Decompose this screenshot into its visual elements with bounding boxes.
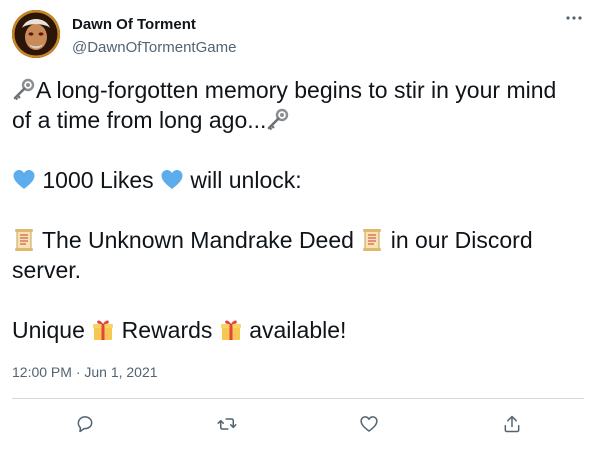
user-handle[interactable]: @DawnOfTormentGame (72, 39, 236, 56)
discord-text: in our Discord (390, 227, 533, 253)
divider (12, 398, 584, 399)
gift-icon (91, 318, 115, 342)
retweet-icon[interactable] (213, 410, 241, 438)
like-icon[interactable] (355, 410, 383, 438)
more-icon[interactable] (562, 8, 586, 28)
display-name[interactable]: Dawn Of Torment (72, 16, 196, 33)
blue-heart-icon (12, 168, 36, 192)
old-key-icon (266, 108, 290, 132)
tweet-text-line1: A long-forgotten memory begins to stir i… (36, 77, 557, 103)
tweet-line: server. (12, 255, 584, 285)
avatar[interactable] (12, 10, 60, 58)
scroll-icon (360, 228, 384, 252)
tweet-line: A long-forgotten memory begins to stir i… (12, 75, 584, 105)
reply-icon[interactable] (71, 410, 99, 438)
likes-text: 1000 Likes (42, 167, 154, 193)
tweet-text-line2: of a time from long ago... (12, 107, 267, 133)
blue-heart-icon (160, 168, 184, 192)
scroll-icon (12, 228, 36, 252)
action-bar (0, 410, 596, 438)
tweet-line: The Unknown Mandrake Deed in our Discord (12, 225, 584, 255)
share-icon[interactable] (498, 410, 526, 438)
server-text: server. (12, 257, 82, 283)
timestamp[interactable]: 12:00 PM · Jun 1, 2021 (12, 364, 158, 380)
unlock-text: will unlock: (190, 167, 302, 193)
tweet-text: A long-forgotten memory begins to stir i… (12, 75, 584, 345)
rewards-text: Rewards (121, 317, 213, 343)
tweet-line: of a time from long ago... (12, 105, 584, 135)
tweet-line: Unique Rewards available! (12, 315, 584, 345)
old-key-icon (12, 78, 36, 102)
available-text: available! (249, 317, 347, 343)
tweet-line: 1000 Likes will unlock: (12, 165, 584, 195)
unique-text: Unique (12, 317, 85, 343)
gift-icon (219, 318, 243, 342)
deed-text: The Unknown Mandrake Deed (41, 227, 354, 253)
